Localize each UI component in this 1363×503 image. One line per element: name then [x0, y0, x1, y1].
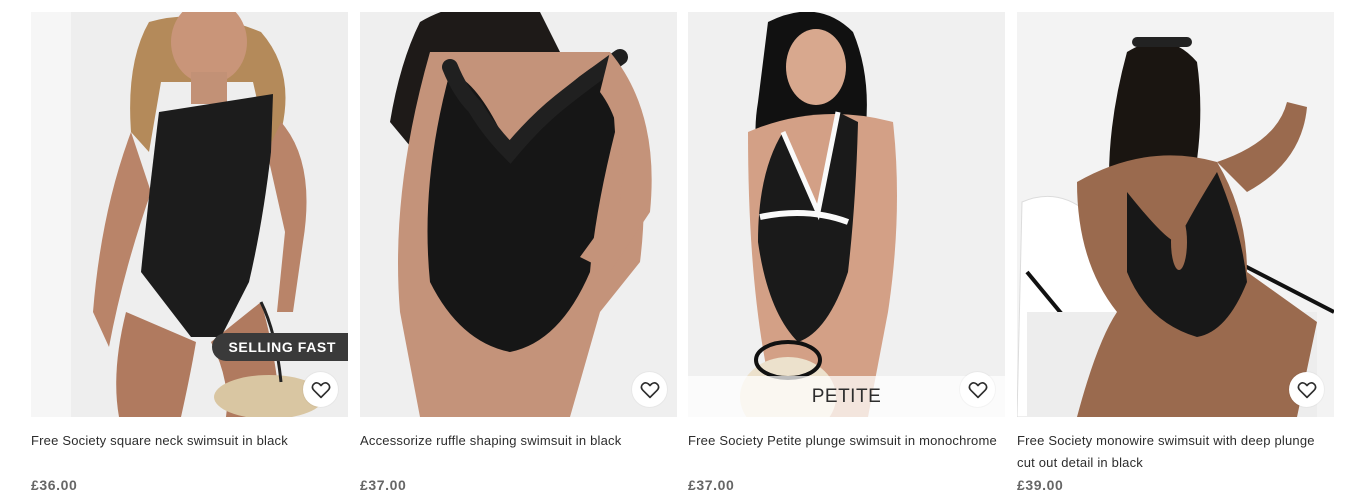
product-price: £39.00 — [1017, 477, 1064, 493]
product-card[interactable]: Free Society monowire swimsuit with deep… — [1017, 12, 1334, 493]
product-image[interactable] — [1017, 12, 1334, 417]
product-card[interactable]: Accessorize ruffle shaping swimsuit in b… — [360, 12, 677, 493]
wishlist-button[interactable] — [303, 372, 338, 407]
petite-range-band: PETITE — [688, 376, 1005, 417]
product-price: £37.00 — [688, 477, 735, 493]
product-photo-swimsuit-monowire — [1017, 12, 1334, 417]
product-title-link[interactable]: Accessorize ruffle shaping swimsuit in b… — [360, 430, 677, 474]
heart-outline-icon — [968, 381, 987, 398]
wishlist-button[interactable] — [632, 372, 667, 407]
heart-outline-icon — [640, 381, 659, 398]
product-image[interactable]: SELLING FAST — [31, 12, 348, 417]
product-card[interactable]: SELLING FAST Free Society square neck sw… — [31, 12, 348, 493]
wishlist-button[interactable] — [960, 372, 995, 407]
product-price: £37.00 — [360, 477, 407, 493]
product-title-link[interactable]: Free Society monowire swimsuit with deep… — [1017, 430, 1334, 474]
product-image[interactable] — [360, 12, 677, 417]
wishlist-button[interactable] — [1289, 372, 1324, 407]
product-grid: SELLING FAST Free Society square neck sw… — [0, 0, 1363, 503]
product-photo-swimsuit-ruffle — [360, 12, 677, 417]
product-price: £36.00 — [31, 477, 78, 493]
product-photo-swimsuit-plunge-monochrome — [688, 12, 1005, 417]
selling-fast-badge: SELLING FAST — [212, 333, 348, 361]
heart-outline-icon — [311, 381, 330, 398]
product-title-link[interactable]: Free Society Petite plunge swimsuit in m… — [688, 430, 1005, 474]
product-title-link[interactable]: Free Society square neck swimsuit in bla… — [31, 430, 348, 474]
heart-outline-icon — [1297, 381, 1316, 398]
product-image[interactable]: PETITE — [688, 12, 1005, 417]
product-card[interactable]: PETITE Free Society Petite plunge swimsu… — [688, 12, 1005, 493]
